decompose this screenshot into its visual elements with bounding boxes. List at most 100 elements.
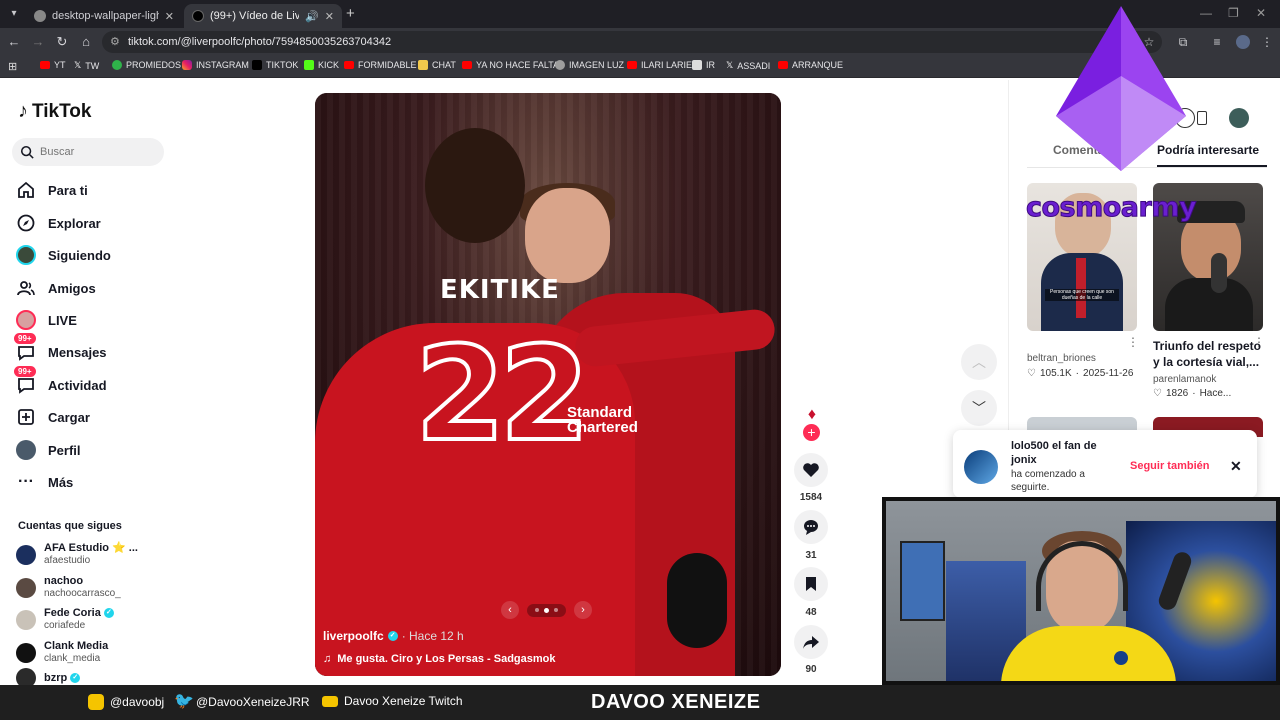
reload-icon[interactable]: ↻ <box>54 34 70 50</box>
close-tab-icon[interactable]: ✕ <box>165 10 174 23</box>
card-author[interactable]: parenlamanok <box>1153 374 1216 385</box>
account-name: AFA Estudio ⭐ ... <box>44 542 138 554</box>
bookmark-instagram[interactable]: INSTAGRAM <box>182 60 249 70</box>
comment-button[interactable] <box>794 510 828 544</box>
speaker-icon[interactable]: 🔊 <box>305 10 319 23</box>
bookmark-tw[interactable]: 𝕏 TW <box>74 60 99 71</box>
card-likes: 1826 <box>1165 388 1189 399</box>
video-player[interactable]: EKITIKE 22 Standard Chartered ‹ › liverp… <box>315 93 781 676</box>
sidebar-item-perfil[interactable]: Perfil <box>16 440 81 460</box>
close-window-icon[interactable]: ✕ <box>1256 6 1266 20</box>
video-music[interactable]: ♫ Me gusta. Ciro y Los Persas - Sadgasmo… <box>323 653 556 665</box>
previous-video-button[interactable]: ︿ <box>961 344 997 380</box>
device-icon[interactable] <box>1197 111 1207 125</box>
upload-icon <box>16 407 36 427</box>
close-icon[interactable]: ✕ <box>1230 458 1242 475</box>
carousel-next-icon[interactable]: › <box>574 601 592 619</box>
heart-outline-icon: ♡ <box>1027 368 1036 379</box>
profile-avatar-icon[interactable] <box>1236 35 1250 49</box>
reading-list-icon[interactable]: ≡ <box>1210 35 1224 49</box>
apps-grid-icon[interactable]: ⊞ <box>8 60 17 73</box>
back-icon[interactable]: ← <box>6 34 22 50</box>
card-stats: ♡ 105.1K · 2025-11-26 <box>1027 368 1133 379</box>
bookmark-imagen-luz[interactable]: IMAGEN LUZ <box>555 60 624 70</box>
bookmark-tiktok[interactable]: TIKTOK <box>252 60 298 70</box>
stream-footer: @davoobj 🐦 @DavooXeneizeJRR Davoo Xeneiz… <box>0 685 1280 720</box>
browser-tab[interactable]: desktop-wallpaper-light-yellow ✕ <box>26 4 182 28</box>
bookmark-ya-no-hace-falta[interactable]: YA NO HACE FALTA <box>462 60 559 70</box>
user-avatar[interactable] <box>1229 108 1249 128</box>
bookmark-label: CHAT <box>432 60 456 70</box>
following-account[interactable]: nachoo nachoocarrasco_ <box>16 575 121 600</box>
sidebar-item-cargar[interactable]: Cargar <box>16 407 90 427</box>
home-icon[interactable]: ⌂ <box>78 34 94 50</box>
carousel-dot[interactable] <box>535 607 539 612</box>
sidebar-item-para-ti[interactable]: Para ti <box>16 180 88 200</box>
account-handle: nachoocarrasco_ <box>44 588 121 599</box>
footer-label: @davoobj <box>110 695 165 709</box>
like-button[interactable] <box>794 453 828 487</box>
search-input[interactable] <box>40 146 150 158</box>
card-author[interactable]: beltran_briones <box>1027 353 1096 364</box>
tiktok-favicon-icon <box>192 10 204 22</box>
tab-search-menu-icon[interactable]: ▾ <box>4 4 24 24</box>
browser-tab-active[interactable]: (99+) Vídeo de Liverpool FC 🔊 ✕ <box>184 4 342 28</box>
sidebar-item-explorar[interactable]: Explorar <box>16 213 101 233</box>
verified-icon: ✓ <box>103 608 114 619</box>
carousel-prev-icon[interactable]: ‹ <box>501 601 519 619</box>
site-info-icon[interactable]: ⚙ <box>110 31 120 53</box>
minimize-icon[interactable]: — <box>1200 6 1212 20</box>
sidebar-item-mensajes[interactable]: 99+ Mensajes <box>14 333 107 362</box>
new-tab-button[interactable]: + <box>346 5 355 22</box>
notification-badge: 99+ <box>14 366 36 377</box>
search-box[interactable] <box>12 138 164 166</box>
share-button[interactable] <box>794 625 828 659</box>
follow-back-button[interactable]: Seguir también <box>1130 460 1209 472</box>
bookmark-arranque[interactable]: ARRANQUE <box>778 60 843 70</box>
share-count: 90 <box>805 664 817 675</box>
bookmark-promiedos[interactable]: PROMIEDOS <box>112 60 181 70</box>
bookmark-kick[interactable]: KICK <box>304 60 339 70</box>
following-account[interactable]: Clank Media clank_media <box>16 640 108 665</box>
jersey-name: EKITIKE <box>440 275 560 305</box>
sidebar-item-label: Actividad <box>48 377 107 393</box>
sidebar-item-mas[interactable]: ··· Más <box>16 472 73 492</box>
video-author[interactable]: liverpoolfc <box>323 629 384 643</box>
bookmark-label: TW <box>85 60 100 71</box>
url-text: tiktok.com/@liverpoolfc/photo/7594850035… <box>128 36 392 48</box>
recommended-video-title[interactable]: Triunfo del respeto y la cortesía vial,.… <box>1153 338 1265 370</box>
card-more-icon[interactable]: ⋮ <box>1127 335 1139 349</box>
carousel-dot[interactable] <box>554 607 558 612</box>
tiktok-logo[interactable]: ♪ TikTok <box>18 100 91 123</box>
bookmark-ilari-larie[interactable]: ILARI LARIE <box>627 60 692 70</box>
carousel-dots <box>527 603 566 617</box>
close-tab-icon[interactable]: ✕ <box>325 10 334 23</box>
following-account[interactable]: Fede Coria ✓ coriafede <box>16 607 114 632</box>
next-video-button[interactable]: ﹀ <box>961 390 997 426</box>
carousel-controls: ‹ › <box>501 601 592 619</box>
sidebar-item-label: Más <box>48 474 74 490</box>
following-avatar-icon <box>16 245 36 265</box>
bookmark-formidable[interactable]: FORMIDABLE <box>344 60 417 70</box>
forward-icon[interactable]: → <box>30 34 46 50</box>
youtube-icon <box>778 61 788 69</box>
notification-user[interactable]: lolo500 el fan de jonix <box>1011 439 1121 467</box>
avatar[interactable] <box>964 450 998 484</box>
sidebar-item-actividad[interactable]: 99+ Actividad <box>14 366 107 395</box>
carousel-dot[interactable] <box>544 607 549 613</box>
following-account[interactable]: AFA Estudio ⭐ ... afaestudio <box>16 542 138 567</box>
maximize-icon[interactable]: ❐ <box>1228 6 1239 20</box>
save-button[interactable] <box>794 567 828 601</box>
instagram-icon <box>88 694 104 710</box>
kebab-menu-icon[interactable]: ⋮ <box>1260 35 1274 49</box>
bookmark-yt[interactable]: YT <box>40 60 66 70</box>
sidebar-item-amigos[interactable]: Amigos <box>16 278 96 298</box>
bookmark-ir[interactable]: IR <box>692 60 715 70</box>
follow-button[interactable]: + <box>803 424 820 441</box>
sidebar-item-siguiendo[interactable]: Siguiendo <box>16 245 111 265</box>
bookmark-chat[interactable]: CHAT <box>418 60 456 70</box>
like-count: 1584 <box>799 492 823 503</box>
sidebar-item-live[interactable]: LIVE <box>16 310 77 330</box>
bookmark-assadi[interactable]: 𝕏 ASSADI <box>726 60 770 71</box>
address-bar[interactable]: ⚙ tiktok.com/@liverpoolfc/photo/75948500… <box>102 31 1162 53</box>
